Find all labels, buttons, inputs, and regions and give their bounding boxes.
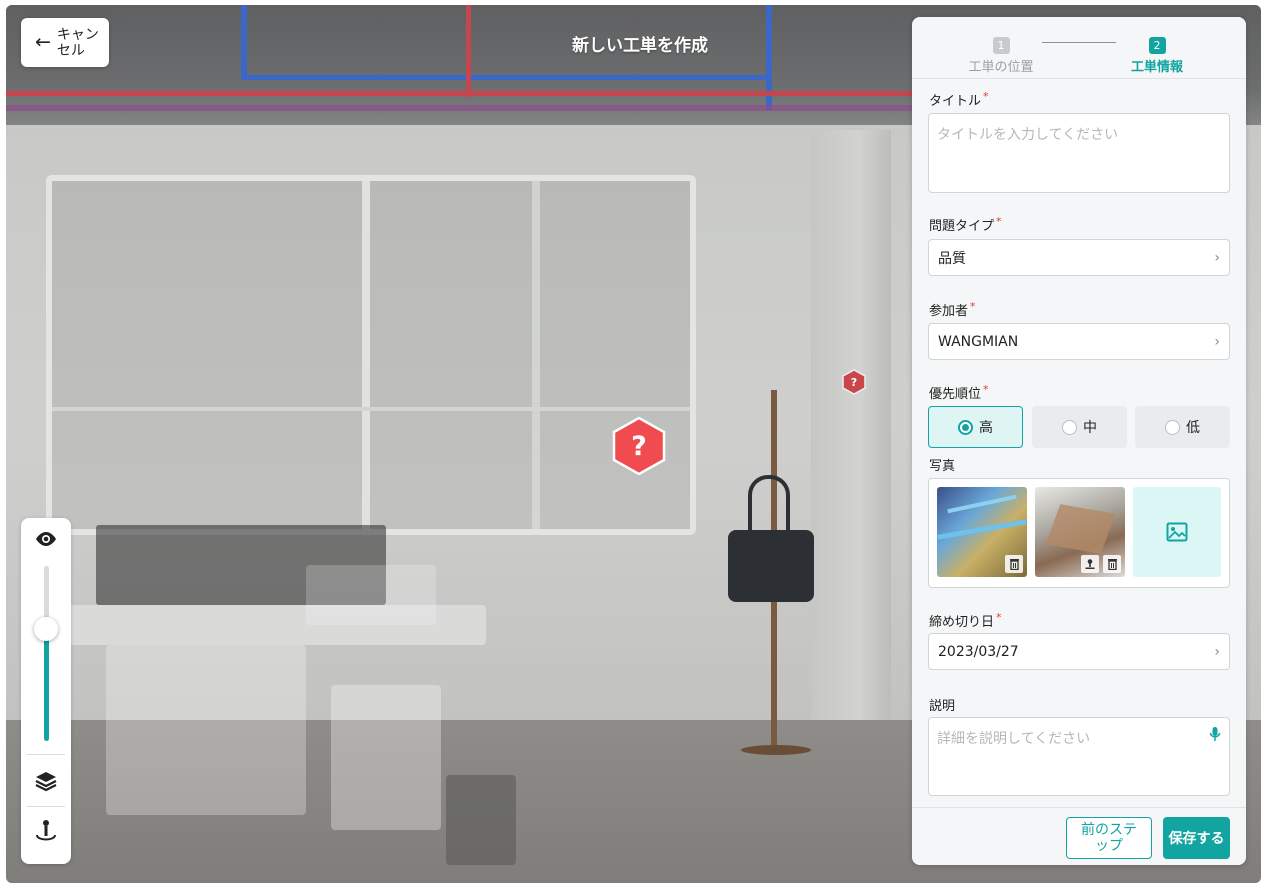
step-label: 工単情報 — [1130, 60, 1183, 75]
deadline-label-text: 締め切り日 — [929, 615, 995, 630]
participants-label-text: 参加者 — [929, 304, 969, 319]
title-label-text: タイトル — [929, 94, 982, 109]
trash-icon[interactable] — [1005, 555, 1023, 573]
stepper: 1 工単の位置 2 工単情報 — [912, 17, 1246, 79]
chair-back — [306, 565, 436, 625]
chevron-right-icon: › — [1214, 333, 1220, 350]
description-input[interactable]: 詳細を説明してください — [928, 717, 1230, 796]
description-label: 説明 — [929, 699, 956, 714]
deadline-label: 締め切り日 * — [929, 611, 1002, 630]
title-input[interactable]: タイトルを入力してください — [928, 113, 1230, 193]
required-mark: * — [983, 90, 989, 103]
participants-select[interactable]: WANGMIAN › — [928, 323, 1230, 360]
title-placeholder: タイトルを入力してください — [937, 127, 1119, 143]
chair — [106, 645, 306, 815]
pipe-red — [6, 91, 916, 96]
chevron-right-icon: › — [1214, 249, 1220, 266]
photo-detail — [947, 494, 1017, 514]
page-title: 新しい工単を作成 — [572, 36, 708, 56]
pipe-red — [466, 5, 471, 97]
trash-icon[interactable] — [1103, 555, 1121, 573]
issue-type-select[interactable]: 品質 › — [928, 239, 1230, 276]
required-mark: * — [996, 611, 1002, 624]
step-number: 2 — [1148, 37, 1166, 54]
bag-strap — [748, 475, 790, 535]
priority-option-label: 低 — [1186, 420, 1200, 436]
divider — [27, 806, 65, 807]
priority-label: 優先順位 * — [929, 383, 989, 402]
radio-icon — [958, 419, 973, 435]
svg-text:?: ? — [851, 376, 857, 389]
title-label: タイトル * — [929, 90, 989, 109]
photo-detail — [1045, 504, 1116, 554]
coat-rack-base — [741, 745, 811, 755]
pipe-blue — [241, 5, 247, 80]
opacity-slider-fill — [44, 629, 49, 741]
save-button[interactable]: 保存する — [1163, 817, 1230, 859]
radio-icon — [1062, 419, 1077, 435]
cancel-button[interactable]: ← キャンセル — [21, 18, 109, 67]
pipe-purple — [6, 105, 916, 111]
step-label: 工単の位置 — [968, 60, 1034, 75]
image-icon — [1166, 522, 1188, 542]
prev-step-button[interactable]: 前のステップ — [1066, 817, 1152, 859]
opacity-slider-handle[interactable] — [34, 617, 58, 641]
issue-type-label-text: 問題タイプ — [929, 219, 995, 234]
radio-icon — [1165, 419, 1180, 435]
microphone-icon[interactable] — [1209, 726, 1221, 746]
question-marker-icon[interactable]: ? — [842, 369, 866, 395]
window-rail — [52, 407, 690, 411]
priority-medium-radio[interactable]: 中 — [1032, 406, 1127, 448]
divider — [27, 754, 65, 755]
step-info[interactable]: 2 工単情報 — [1102, 34, 1212, 75]
viewer-toolbar — [21, 518, 71, 864]
person-pin-icon[interactable] — [33, 818, 59, 844]
cancel-label: キャンセル — [56, 26, 99, 59]
eye-icon[interactable] — [33, 526, 59, 552]
arrow-left-icon: ← — [35, 31, 51, 53]
photos-label: 写真 — [929, 459, 956, 474]
opacity-slider[interactable] — [44, 566, 49, 741]
panel-footer: 前のステップ 保存する — [912, 807, 1246, 865]
chevron-right-icon: › — [1214, 643, 1220, 660]
participants-value: WANGMIAN — [938, 333, 1019, 350]
priority-low-radio[interactable]: 低 — [1135, 406, 1230, 448]
photo-detail — [937, 519, 1027, 540]
window — [46, 175, 696, 535]
issue-type-value: 品質 — [938, 250, 966, 267]
trash-bin — [446, 775, 516, 865]
photo-thumbnail[interactable] — [937, 487, 1027, 577]
column — [811, 130, 891, 740]
photo-thumbnail[interactable] — [1035, 487, 1125, 577]
bag — [728, 530, 814, 602]
required-mark: * — [970, 300, 976, 313]
priority-option-label: 中 — [1083, 420, 1097, 436]
deadline-select[interactable]: 2023/03/27 › — [928, 633, 1230, 670]
step-number: 1 — [992, 37, 1010, 54]
drawer-cabinet — [331, 685, 441, 830]
work-order-panel: 1 工単の位置 2 工単情報 タイトル * タイトルを入力してください 問題タイプ… — [912, 17, 1246, 865]
issue-type-label: 問題タイプ * — [929, 215, 1002, 234]
step-location[interactable]: 1 工単の位置 — [946, 34, 1056, 75]
window-mullion — [362, 181, 370, 529]
description-placeholder: 詳細を説明してください — [937, 731, 1091, 747]
priority-option-label: 高 — [979, 420, 993, 436]
participants-label: 参加者 * — [929, 300, 976, 319]
photo-list — [928, 478, 1230, 588]
pin-icon[interactable] — [1081, 555, 1099, 573]
pipe-blue — [241, 75, 771, 80]
layers-icon[interactable] — [33, 768, 59, 794]
priority-label-text: 優先順位 — [929, 387, 982, 402]
priority-high-radio[interactable]: 高 — [928, 406, 1023, 448]
required-mark: * — [996, 215, 1002, 228]
svg-text:?: ? — [631, 431, 647, 462]
add-photo-button[interactable] — [1133, 487, 1221, 577]
question-marker-icon[interactable]: ? — [612, 417, 666, 475]
window-mullion — [532, 181, 540, 529]
required-mark: * — [983, 383, 989, 396]
deadline-value: 2023/03/27 — [938, 643, 1019, 660]
